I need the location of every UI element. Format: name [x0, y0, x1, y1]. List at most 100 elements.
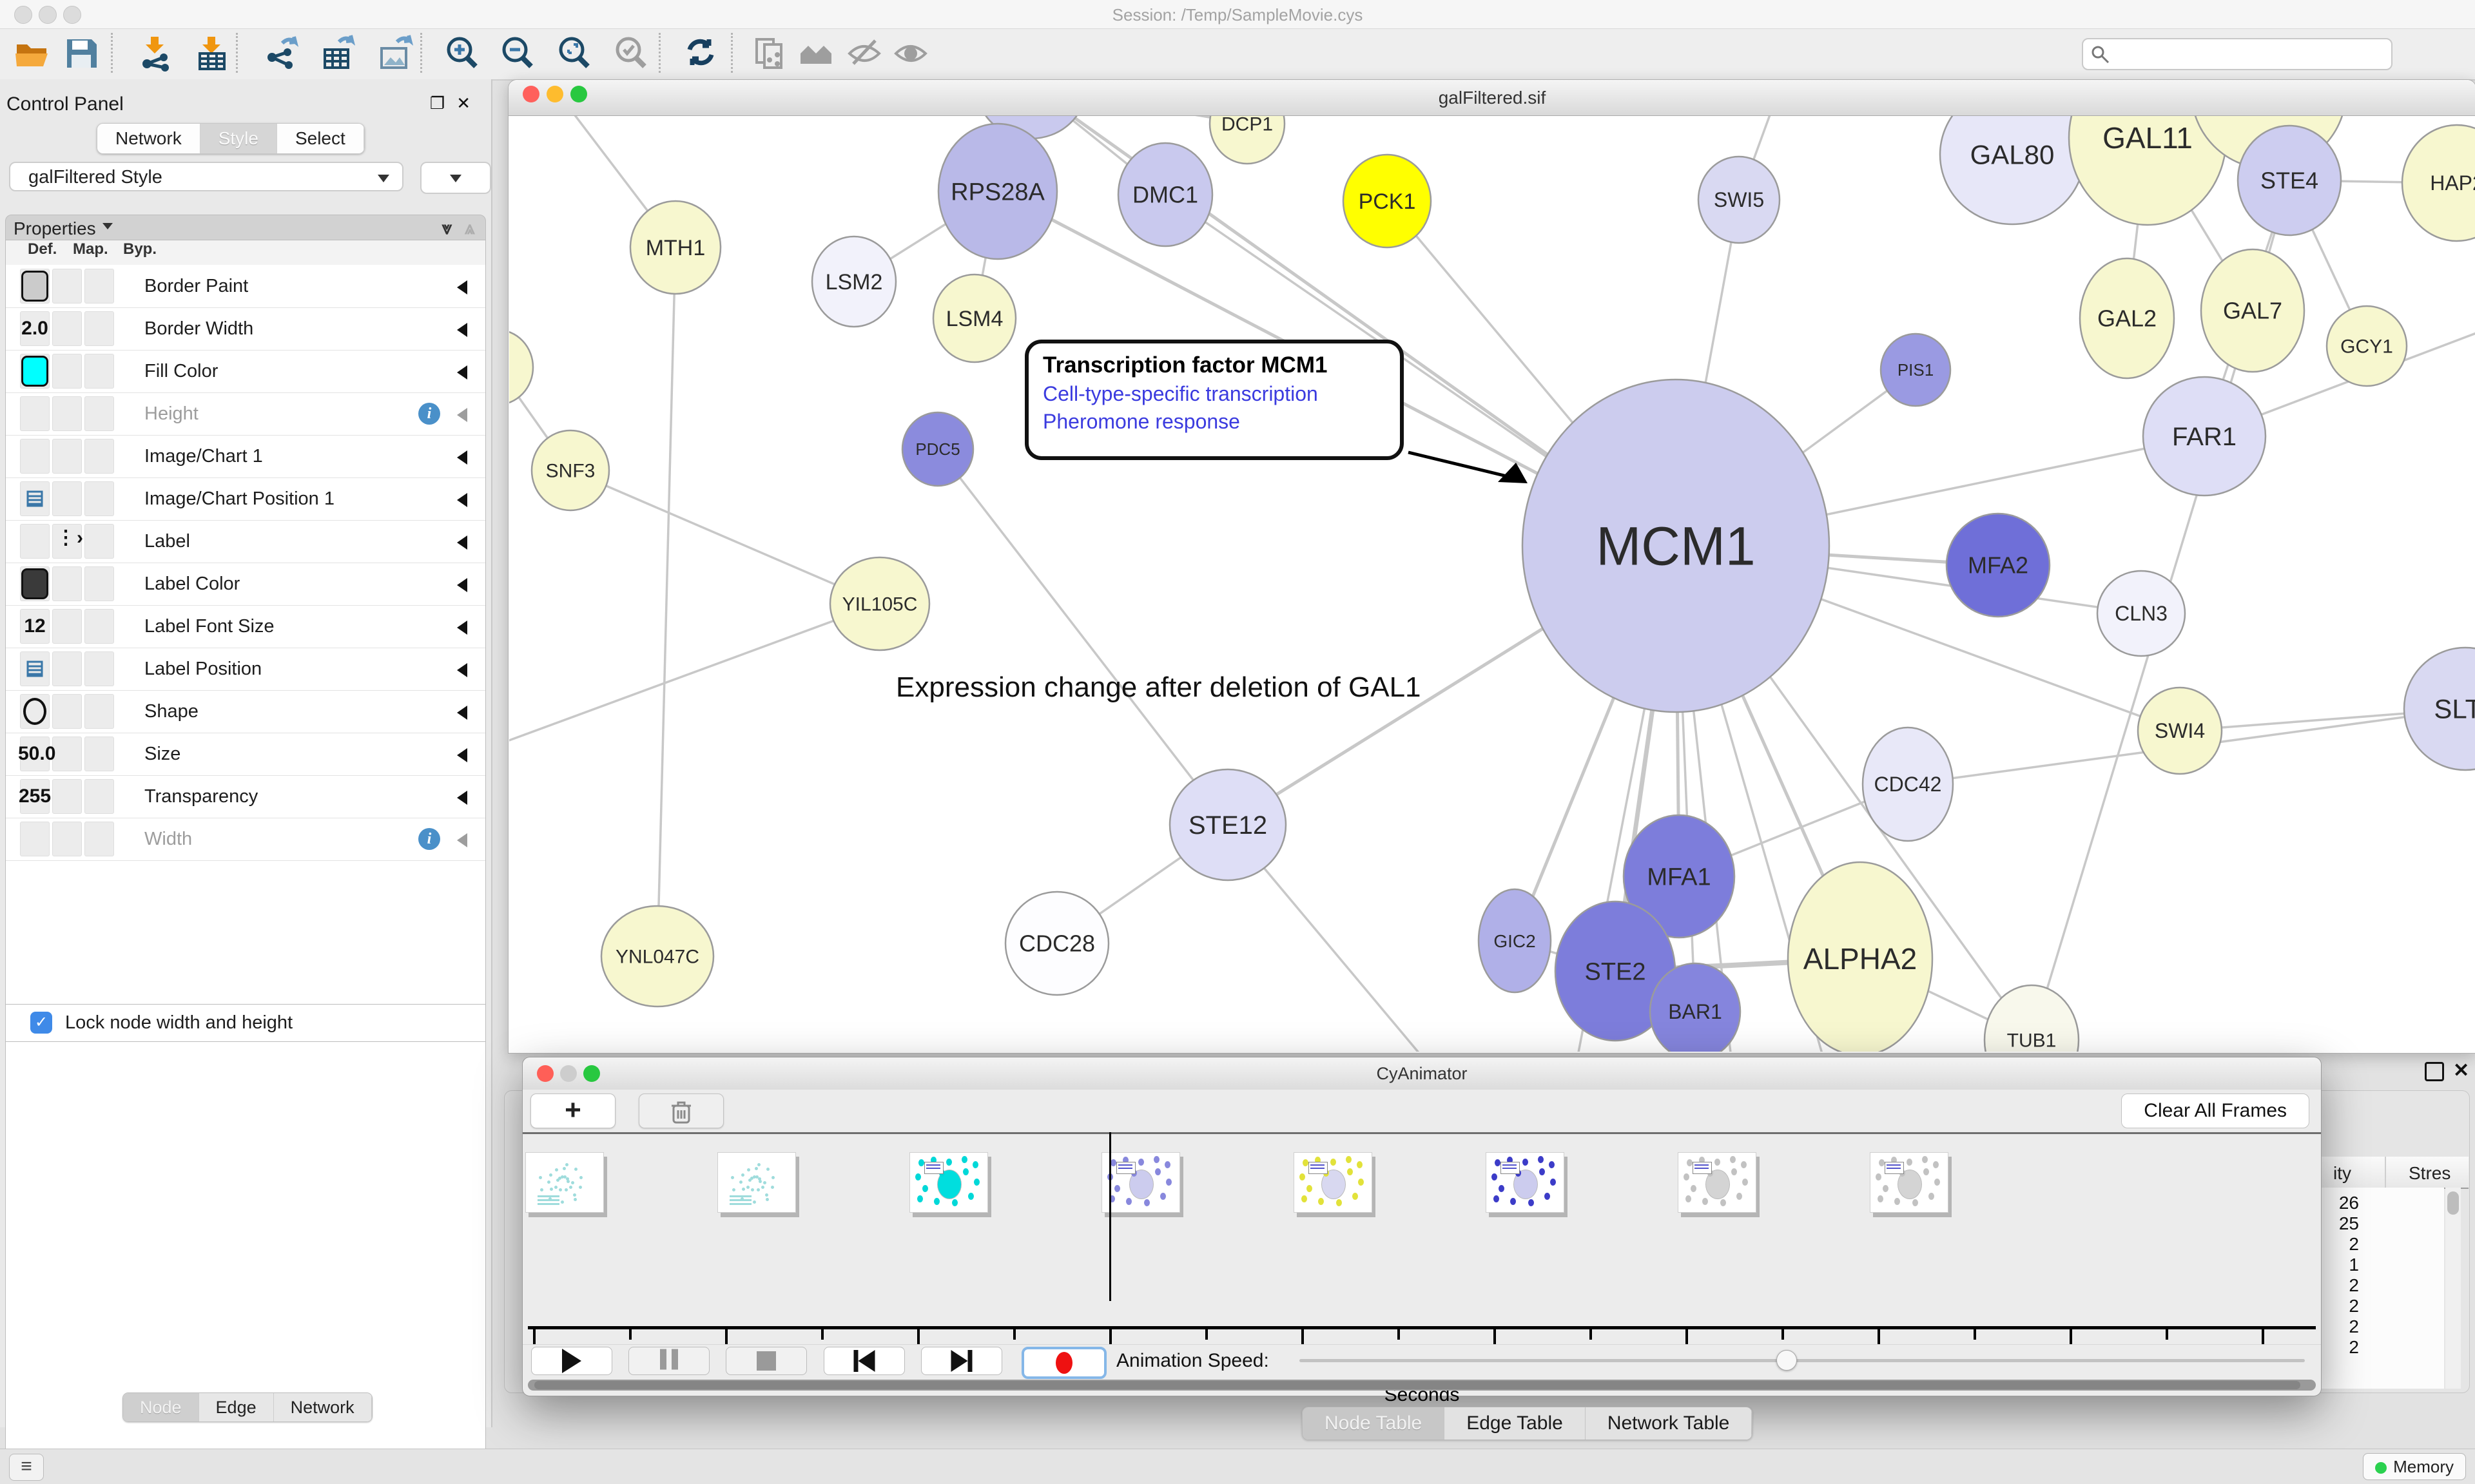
ui-settings-button[interactable]: ≡ [9, 1454, 44, 1481]
style-tab-edge[interactable]: Edge [199, 1393, 274, 1421]
network-node-ynl047c[interactable]: YNL047C [601, 906, 713, 1007]
export-image-icon[interactable] [376, 34, 414, 72]
network-node-cln3[interactable]: CLN3 [2097, 571, 2185, 656]
timeline-scrollbar[interactable] [528, 1380, 2316, 1391]
map-cell[interactable] [52, 396, 82, 431]
export-table-icon[interactable] [320, 34, 357, 72]
property-row-shape[interactable]: Shape [6, 690, 485, 733]
play-button[interactable] [531, 1347, 612, 1375]
expand-property-icon[interactable] [457, 748, 467, 762]
table-cell-value[interactable]: 1 [2320, 1255, 2359, 1275]
checkbox-checked-icon[interactable]: ✓ [30, 1012, 52, 1034]
color-swatch[interactable] [21, 271, 48, 302]
float-panel-icon[interactable] [2425, 1062, 2444, 1081]
delete-frame-button[interactable] [639, 1094, 724, 1128]
skip-to-end-button[interactable] [921, 1347, 1002, 1375]
property-row-label-position[interactable]: Label Position [6, 648, 485, 691]
zoom-in-icon[interactable] [443, 34, 481, 72]
network-node-slt2[interactable]: SLT2 [2404, 648, 2475, 770]
byp-cell[interactable] [84, 779, 114, 814]
network-node-lsm4[interactable]: LSM4 [933, 275, 1016, 362]
refresh-icon[interactable] [682, 34, 719, 72]
expand-property-icon[interactable] [457, 365, 467, 380]
network-node-dcp1[interactable]: DCP1 [1210, 116, 1285, 164]
copy-view-icon[interactable] [752, 34, 789, 72]
expand-property-icon[interactable] [457, 621, 467, 635]
property-row-image-chart-1[interactable]: Image/Chart 1 [6, 435, 485, 478]
map-cell[interactable] [52, 609, 82, 644]
network-edge[interactable] [570, 470, 880, 604]
import-table-icon[interactable] [193, 34, 231, 72]
default-value[interactable]: 50.0 [18, 733, 52, 775]
position-icon[interactable] [25, 660, 44, 677]
expand-property-icon[interactable] [457, 493, 467, 507]
map-cell[interactable] [52, 566, 82, 601]
frame-thumbnail-2[interactable] [909, 1152, 988, 1213]
byp-cell[interactable] [84, 481, 114, 516]
zoom-selected-icon[interactable] [612, 34, 650, 72]
map-cell[interactable] [52, 481, 82, 516]
style-tab-network[interactable]: Network [274, 1393, 372, 1421]
expand-property-icon[interactable] [457, 450, 467, 465]
network-node-pck1[interactable]: PCK1 [1343, 155, 1431, 247]
frame-thumbnail-0[interactable] [525, 1152, 604, 1213]
ellipse-icon[interactable] [23, 698, 46, 725]
network-node-cdc42[interactable]: CDC42 [1863, 728, 1953, 841]
show-details-icon[interactable] [892, 34, 929, 72]
discrete-mapping-icon[interactable]: ⋮› [56, 526, 84, 549]
map-cell[interactable] [52, 311, 82, 346]
tab-select[interactable]: Select [277, 124, 364, 153]
expand-property-icon[interactable] [457, 578, 467, 592]
byp-cell[interactable] [84, 269, 114, 304]
add-frame-button[interactable]: + [530, 1094, 616, 1128]
frames-timeline[interactable]: Seconds 0123456789 [523, 1134, 2321, 1344]
property-row-label[interactable]: ⋮›Label [6, 520, 485, 563]
tab-node-table[interactable]: Node Table [1303, 1407, 1444, 1440]
table-cell-value[interactable]: 25 [2320, 1213, 2359, 1234]
search-input[interactable] [2117, 42, 2383, 65]
annotation-link[interactable]: Cell-type-specific transcription [1043, 382, 1400, 406]
network-node-swi5[interactable]: SWI5 [1698, 157, 1780, 243]
def-cell[interactable] [20, 524, 50, 559]
clear-all-frames-button[interactable]: Clear All Frames [2121, 1094, 2309, 1128]
annotation-box[interactable]: Transcription factor MCM1 Cell-type-spec… [1025, 340, 1404, 460]
column-divider[interactable] [2385, 1157, 2386, 1188]
network-node-bar1[interactable]: BAR1 [1650, 963, 1740, 1052]
tab-edge-table[interactable]: Edge Table [1444, 1407, 1586, 1440]
byp-cell[interactable] [84, 566, 114, 601]
annotation-link[interactable]: Pheromone response [1043, 410, 1400, 434]
default-value[interactable]: 2.0 [18, 307, 52, 350]
table-cell-value[interactable]: 2 [2320, 1337, 2359, 1358]
network-canvas[interactable]: DCP1RPS28ADMC1PCK1SWI5GAL80GAL11STE4HAP2… [509, 116, 2475, 1052]
scrollbar-thumb[interactable] [534, 1381, 2300, 1389]
color-swatch[interactable] [21, 568, 48, 599]
table-cell-value[interactable]: 2 [2320, 1275, 2359, 1296]
network-node-gal2[interactable]: GAL2 [2080, 258, 2174, 378]
frame-thumbnail-3[interactable] [1102, 1152, 1180, 1213]
network-node-hap2[interactable]: HAP2 [2402, 125, 2475, 241]
property-row-size[interactable]: 50.0Size [6, 733, 485, 776]
network-edge[interactable] [938, 449, 1228, 825]
byp-cell[interactable] [84, 524, 114, 559]
network-node-dmc1[interactable]: DMC1 [1118, 143, 1212, 246]
float-panel-icon[interactable]: ❐ [430, 93, 456, 113]
network-node-lsm2[interactable]: LSM2 [812, 236, 896, 327]
network-node-cdc28[interactable]: CDC28 [1005, 892, 1109, 995]
tab-style[interactable]: Style [200, 124, 277, 153]
import-network-icon[interactable] [137, 34, 174, 72]
network-caption[interactable]: Expression change after deletion of GAL1 [896, 671, 1421, 704]
byp-cell[interactable] [84, 737, 114, 771]
map-cell[interactable] [52, 269, 82, 304]
open-folder-icon[interactable] [14, 34, 52, 72]
byp-cell[interactable] [84, 609, 114, 644]
export-network-icon[interactable] [263, 34, 300, 72]
scrollbar-thumb[interactable] [2447, 1191, 2459, 1215]
property-row-label-font-size[interactable]: 12Label Font Size [6, 605, 485, 648]
expand-all-icon[interactable]: ⩔ [442, 218, 452, 239]
save-icon[interactable] [63, 34, 101, 72]
table-cell-value[interactable]: 26 [2320, 1193, 2359, 1213]
map-cell[interactable] [52, 694, 82, 729]
def-cell[interactable] [20, 439, 50, 474]
tab-network[interactable]: Network [97, 124, 200, 153]
property-row-image-chart-position-1[interactable]: Image/Chart Position 1 [6, 477, 485, 521]
